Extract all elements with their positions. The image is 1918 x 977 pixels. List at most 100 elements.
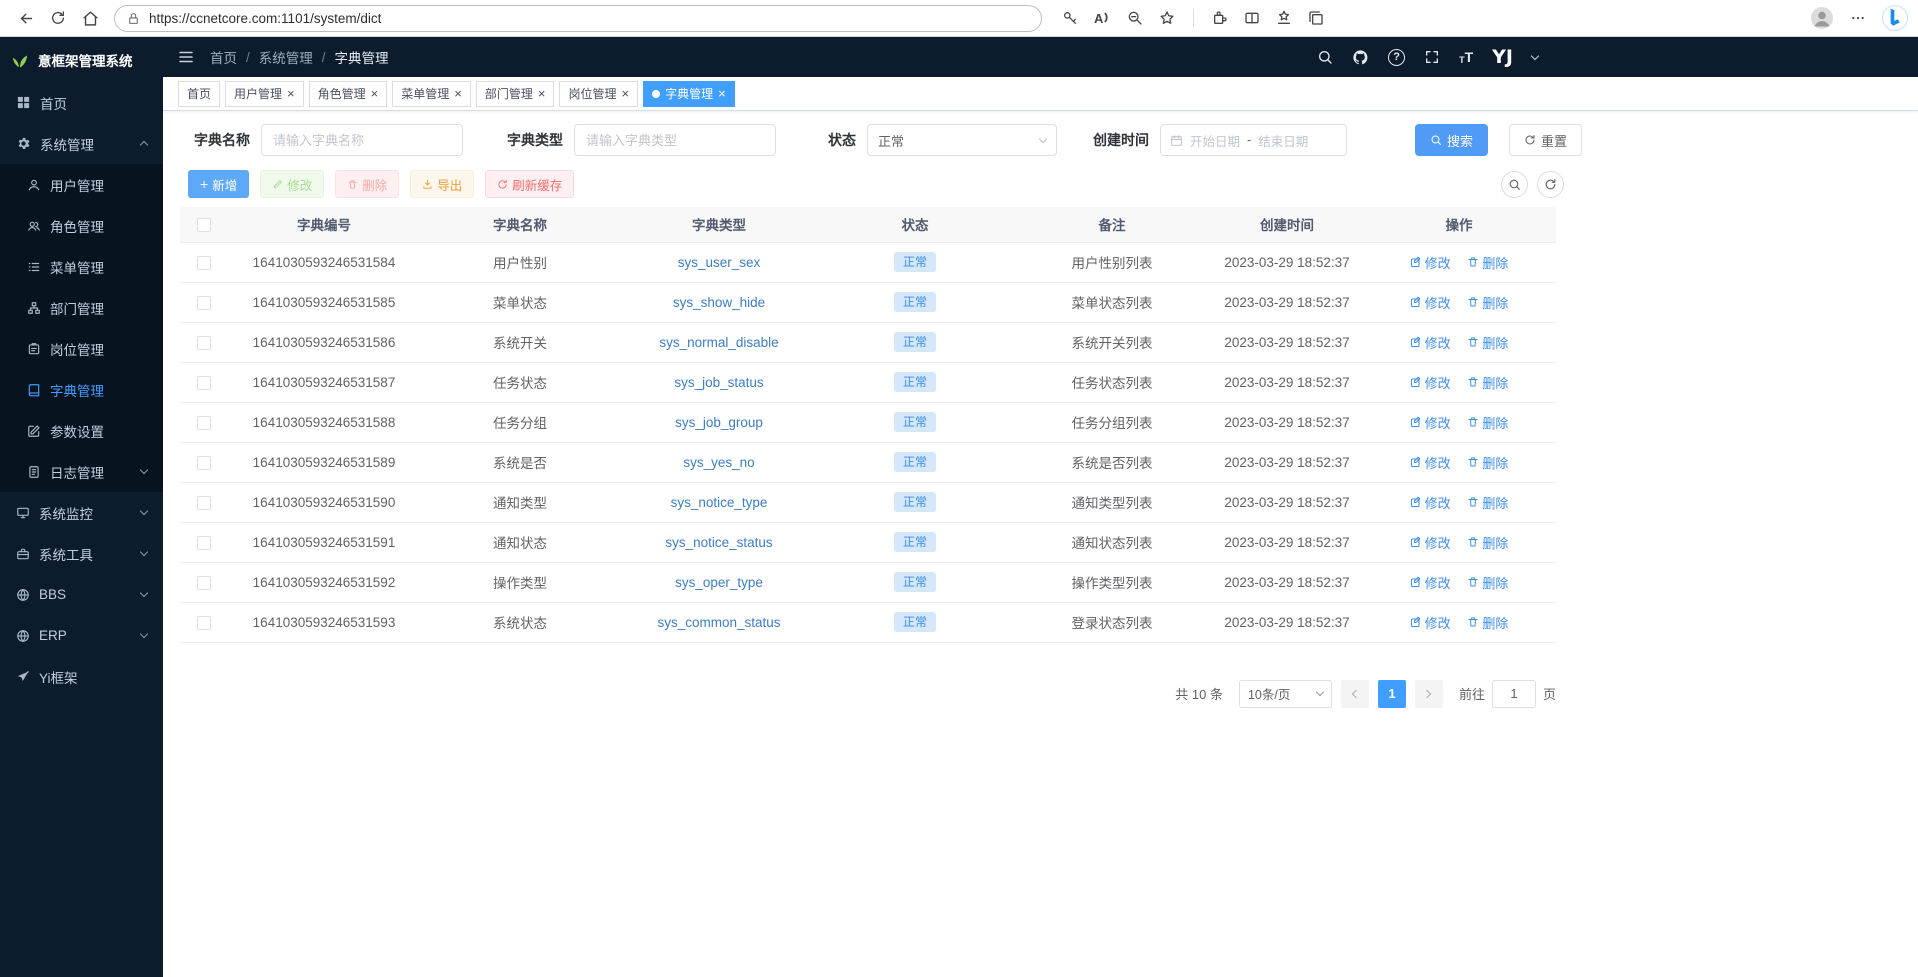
tab-roles[interactable]: 角色管理 [309, 81, 388, 107]
font-size-icon[interactable]: TT [1459, 49, 1473, 65]
dict-type-link[interactable]: sys_common_status [657, 615, 780, 630]
chevron-down-icon[interactable] [1531, 51, 1539, 59]
breadcrumb-home[interactable]: 首页 [210, 47, 237, 67]
close-icon[interactable] [371, 87, 379, 100]
row-delete-link[interactable]: 删除 [1467, 533, 1508, 552]
show-search-toggle-button[interactable] [1501, 171, 1528, 198]
sidebar-item-params[interactable]: 参数设置 [0, 410, 163, 451]
sidebar-item-menus[interactable]: 菜单管理 [0, 246, 163, 287]
row-edit-link[interactable]: 修改 [1410, 573, 1451, 592]
status-select[interactable]: 正常 [867, 124, 1057, 156]
zoom-out-icon[interactable] [1127, 10, 1143, 26]
dict-type-link[interactable]: sys_notice_status [665, 535, 772, 550]
dict-type-link[interactable]: sys_user_sex [678, 255, 761, 270]
password-key-icon[interactable] [1062, 10, 1078, 26]
row-checkbox[interactable] [197, 496, 211, 510]
close-icon[interactable] [454, 87, 462, 100]
dict-type-link[interactable]: sys_notice_type [671, 495, 768, 510]
user-logo-avatar[interactable]: YJ [1492, 46, 1513, 68]
search-button[interactable]: 搜索 [1415, 124, 1488, 156]
favorites-bar-icon[interactable] [1276, 10, 1292, 26]
sidebar-item-framework[interactable]: Yi框架 [0, 656, 163, 697]
row-delete-link[interactable]: 删除 [1467, 573, 1508, 592]
collections-icon[interactable] [1308, 10, 1324, 26]
row-edit-link[interactable]: 修改 [1410, 493, 1451, 512]
sidebar-item-monitor[interactable]: 系统监控 [0, 492, 163, 533]
site-info-icon[interactable] [127, 12, 140, 25]
close-icon[interactable] [621, 87, 629, 100]
tab-users[interactable]: 用户管理 [225, 81, 304, 107]
row-delete-link[interactable]: 删除 [1467, 373, 1508, 392]
row-edit-link[interactable]: 修改 [1410, 333, 1451, 352]
row-checkbox[interactable] [197, 296, 211, 310]
refresh-cache-button[interactable]: 刷新缓存 [485, 170, 574, 198]
dict-type-link[interactable]: sys_show_hide [673, 295, 765, 310]
row-delete-link[interactable]: 删除 [1467, 493, 1508, 512]
sidebar-item-tools[interactable]: 系统工具 [0, 533, 163, 574]
tab-departments[interactable]: 部门管理 [476, 81, 555, 107]
add-button[interactable]: 新增 [188, 170, 249, 198]
current-page-button[interactable]: 1 [1378, 680, 1406, 708]
tab-home[interactable]: 首页 [178, 81, 220, 107]
dict-type-input[interactable] [574, 124, 776, 156]
row-delete-link[interactable]: 删除 [1467, 613, 1508, 632]
browser-url-bar[interactable]: https://ccnetcore.com:1101/system/dict [114, 5, 1042, 32]
row-edit-link[interactable]: 修改 [1410, 373, 1451, 392]
sidebar-collapse-toggle[interactable] [177, 48, 195, 66]
row-checkbox[interactable] [197, 336, 211, 350]
row-checkbox[interactable] [197, 616, 211, 630]
help-icon[interactable] [1388, 49, 1405, 66]
bing-discover-icon[interactable] [1882, 5, 1908, 31]
close-icon[interactable] [287, 87, 295, 100]
row-edit-link[interactable]: 修改 [1410, 453, 1451, 472]
browser-home-button[interactable] [74, 3, 106, 33]
close-icon[interactable] [718, 87, 726, 100]
sidebar-item-users[interactable]: 用户管理 [0, 164, 163, 205]
sidebar-item-dict[interactable]: 字典管理 [0, 369, 163, 410]
browser-refresh-button[interactable] [42, 3, 74, 33]
dict-type-link[interactable]: sys_yes_no [683, 455, 754, 470]
row-delete-link[interactable]: 删除 [1467, 253, 1508, 272]
select-all-checkbox[interactable] [197, 218, 211, 232]
goto-page-input[interactable] [1492, 680, 1536, 708]
row-checkbox[interactable] [197, 256, 211, 270]
breadcrumb-system[interactable]: 系统管理 [259, 47, 313, 67]
row-edit-link[interactable]: 修改 [1410, 253, 1451, 272]
row-edit-link[interactable]: 修改 [1410, 533, 1451, 552]
page-size-select[interactable]: 10条/页 [1239, 680, 1332, 708]
sidebar-item-posts[interactable]: 岗位管理 [0, 328, 163, 369]
export-button[interactable]: 导出 [410, 170, 474, 198]
tab-menus[interactable]: 菜单管理 [392, 81, 471, 107]
reset-button[interactable]: 重置 [1509, 124, 1582, 156]
sidebar-item-departments[interactable]: 部门管理 [0, 287, 163, 328]
row-checkbox[interactable] [197, 536, 211, 550]
row-checkbox[interactable] [197, 416, 211, 430]
settings-more-icon[interactable] [1850, 10, 1866, 26]
header-search-icon[interactable] [1317, 49, 1333, 65]
dict-name-input[interactable] [261, 124, 463, 156]
row-checkbox[interactable] [197, 576, 211, 590]
row-checkbox[interactable] [197, 376, 211, 390]
create-time-range-picker[interactable]: 开始日期 - 结束日期 [1160, 124, 1347, 156]
tab-posts[interactable]: 岗位管理 [559, 81, 638, 107]
row-delete-link[interactable]: 删除 [1467, 453, 1508, 472]
dict-type-link[interactable]: sys_job_group [675, 415, 763, 430]
sidebar-item-home[interactable]: 首页 [0, 82, 163, 123]
sidebar-item-erp[interactable]: ERP [0, 615, 163, 656]
app-logo[interactable]: 意框架管理系统 [0, 37, 163, 82]
row-edit-link[interactable]: 修改 [1410, 293, 1451, 312]
browser-back-button[interactable] [10, 3, 42, 33]
tab-dict[interactable]: 字典管理 [643, 81, 735, 107]
dict-type-link[interactable]: sys_normal_disable [659, 335, 778, 350]
row-delete-link[interactable]: 删除 [1467, 293, 1508, 312]
favorites-star-icon[interactable] [1159, 10, 1175, 26]
extensions-icon[interactable] [1212, 10, 1228, 26]
row-delete-link[interactable]: 删除 [1467, 413, 1508, 432]
split-screen-icon[interactable] [1244, 10, 1260, 26]
dict-type-link[interactable]: sys_job_status [674, 375, 763, 390]
sidebar-item-bbs[interactable]: BBS [0, 574, 163, 615]
github-icon[interactable] [1352, 49, 1369, 66]
row-delete-link[interactable]: 删除 [1467, 333, 1508, 352]
row-edit-link[interactable]: 修改 [1410, 613, 1451, 632]
read-aloud-icon[interactable] [1094, 11, 1111, 26]
